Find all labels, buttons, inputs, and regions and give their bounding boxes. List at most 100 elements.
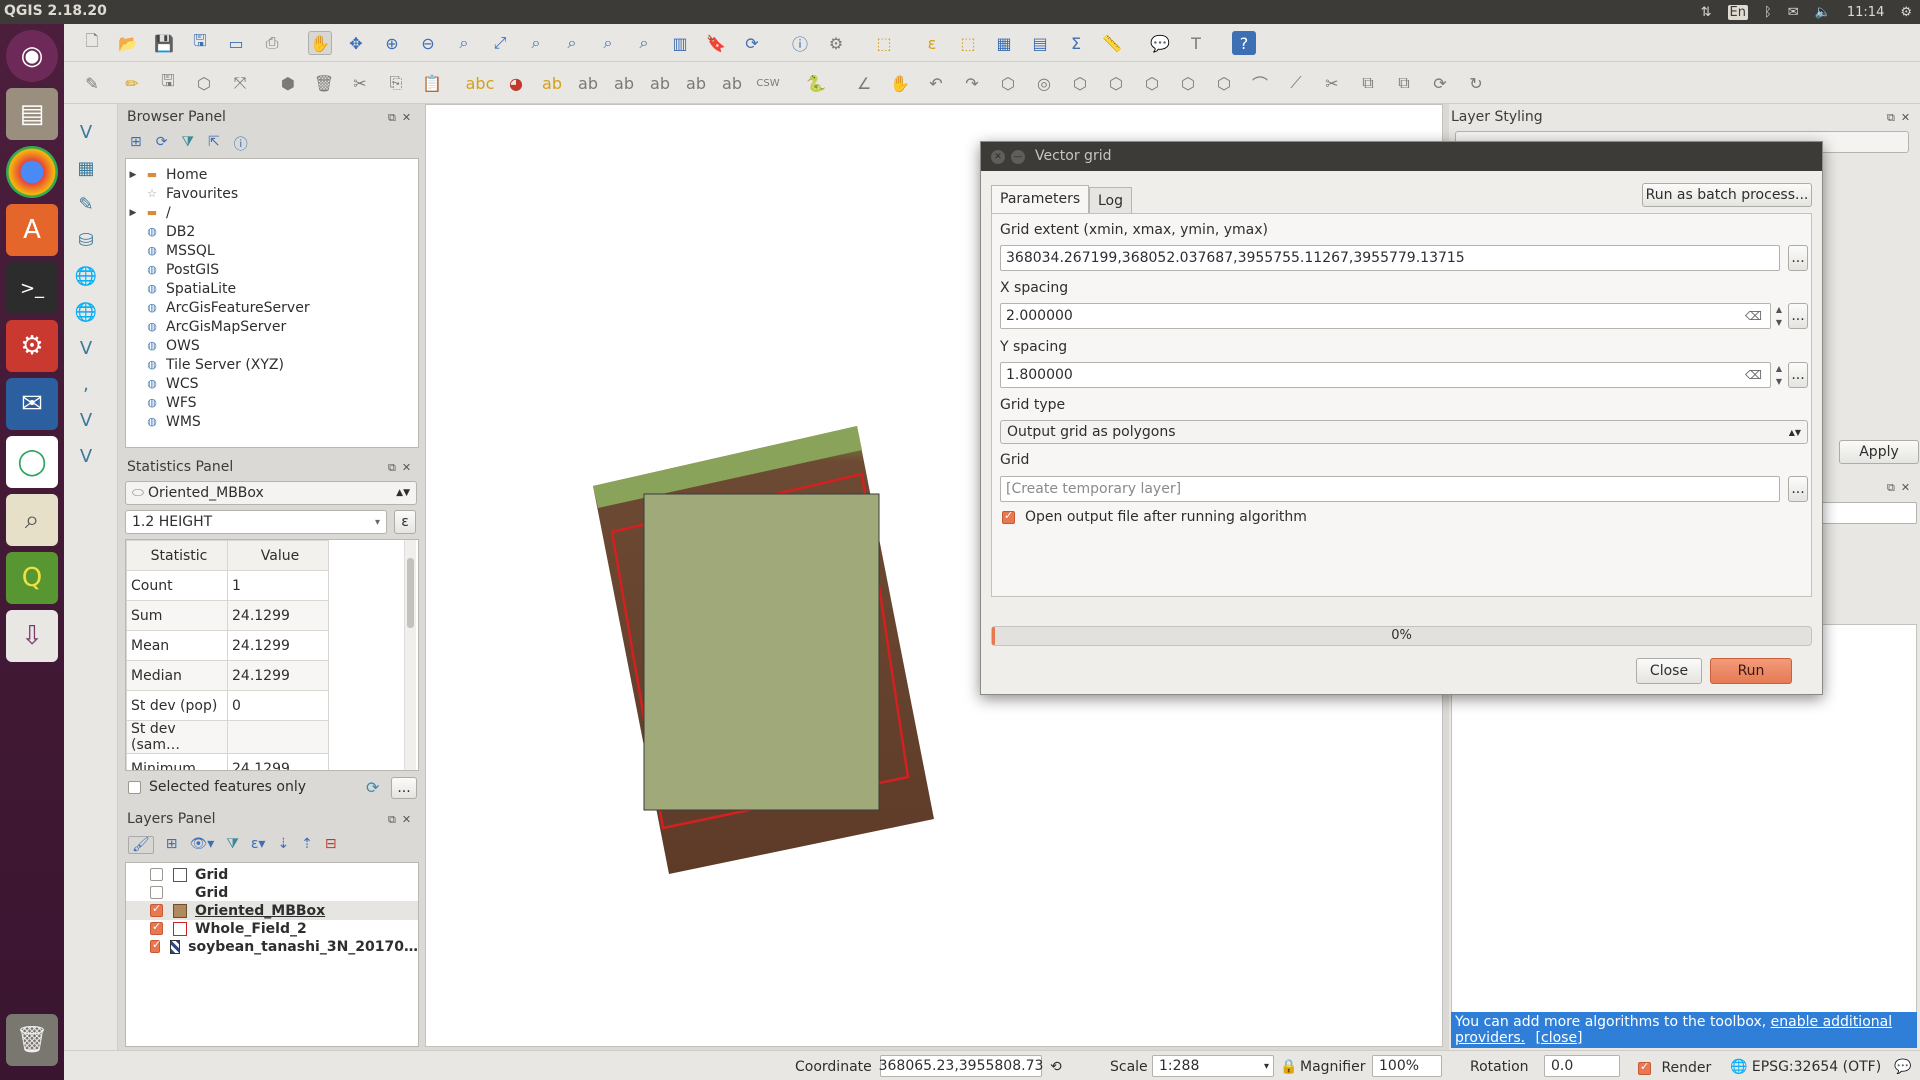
grid-type-select[interactable]: Output grid as polygons ▲▼ — [1000, 420, 1808, 444]
selected-only-row[interactable]: Selected features only — [128, 779, 306, 795]
expand-arrow-icon[interactable]: ▶ — [126, 208, 140, 218]
add-postgis-icon[interactable]: ⛁ — [72, 226, 100, 254]
browser-item[interactable]: ▶ ▬ / — [126, 203, 171, 222]
table-row[interactable]: Count 1 — [126, 570, 329, 601]
browser-item[interactable]: ◍ PostGIS — [126, 260, 219, 279]
statistics-panel-dock-buttons[interactable]: ⧉✕ — [388, 461, 417, 475]
open-output-checkbox[interactable] — [1002, 509, 1015, 524]
merge-features-icon[interactable]: ⧉ — [1356, 71, 1380, 95]
open-project-icon[interactable]: 📂 — [116, 31, 140, 55]
save-project-icon[interactable]: 💾 — [152, 31, 176, 55]
close-icon[interactable]: ✕ — [991, 150, 1005, 164]
attribute-table-icon[interactable]: ▦ — [992, 31, 1016, 55]
network-icon[interactable]: ⇅ — [1701, 5, 1712, 20]
layer-item[interactable]: soybean_tanashi_3N_20170… — [126, 937, 418, 956]
expand-all-icon[interactable]: ⇣ — [277, 836, 289, 854]
label-icon[interactable]: abc — [466, 71, 495, 95]
rotate-label-icon[interactable]: ab — [684, 71, 708, 95]
software-center-icon[interactable]: A — [6, 204, 58, 256]
move-feature-icon[interactable]: ⤧ — [228, 71, 252, 95]
messages-icon[interactable]: 💬 — [1894, 1059, 1911, 1075]
chrome-icon[interactable] — [6, 146, 58, 198]
text-annotation-icon[interactable]: T — [1184, 31, 1208, 55]
add-spatialite-icon[interactable]: ✎ — [72, 190, 100, 218]
qgis-icon[interactable]: Q — [6, 552, 58, 604]
add-selected-icon[interactable]: ⊞ — [130, 134, 142, 154]
table-row[interactable]: St dev (pop) 0 — [126, 690, 329, 721]
terminal-icon[interactable]: >_ — [6, 262, 58, 314]
zoom-full-icon[interactable]: ⤢ — [488, 31, 512, 55]
x-spacing-button[interactable]: ... — [1788, 303, 1808, 329]
change-label-icon[interactable]: ab — [720, 71, 744, 95]
print-composer-icon[interactable]: ▭ — [224, 31, 248, 55]
scrollbar[interactable] — [404, 540, 416, 770]
filter-legend-icon[interactable]: ⧩ — [226, 836, 239, 854]
filter-icon[interactable]: ⧩ — [181, 134, 194, 154]
files-icon[interactable]: ▤ — [6, 88, 58, 140]
map-tips-icon[interactable]: 💬 — [1148, 31, 1172, 55]
browser-item[interactable]: ◍ Tile Server (XYZ) — [126, 355, 284, 374]
cut-features-icon[interactable]: ✂ — [348, 71, 372, 95]
filter-expression-icon[interactable]: ε▾ — [251, 836, 266, 854]
toggle-editing-icon[interactable]: ✏ — [120, 71, 144, 95]
clear-icon[interactable]: ⌫ — [1745, 309, 1762, 323]
python-console-icon[interactable]: 🐍 — [804, 71, 828, 95]
layer-item[interactable]: Oriented_MBBox — [126, 901, 418, 920]
layer-visibility-checkbox[interactable] — [150, 902, 163, 917]
y-spacing-button[interactable]: ... — [1788, 362, 1808, 388]
reshape-icon[interactable]: ⬡ — [1212, 71, 1236, 95]
tab-parameters[interactable]: Parameters — [991, 185, 1090, 213]
mail-icon[interactable]: ✉ — [1788, 5, 1799, 20]
zoom-native-icon[interactable]: ⌕ — [452, 31, 476, 55]
select-features-icon[interactable]: ⬚ — [872, 31, 896, 55]
bookmarks-icon[interactable]: 🔖 — [704, 31, 728, 55]
browser-item[interactable]: ◍ WMS — [126, 412, 201, 431]
browser-item[interactable]: ◍ WCS — [126, 374, 198, 393]
pin-labels-icon[interactable]: ab — [576, 71, 600, 95]
install-icon[interactable]: ⇩ — [6, 610, 58, 662]
browser-item[interactable]: ◍ WFS — [126, 393, 196, 412]
browser-item[interactable]: ◍ DB2 — [126, 222, 195, 241]
browser-panel-dock-buttons[interactable]: ⧉✕ — [388, 111, 417, 125]
offset-curve-icon[interactable]: ⌒ — [1248, 71, 1272, 95]
select-by-value-icon[interactable]: ε — [920, 31, 944, 55]
system-settings-icon[interactable]: ⚙ — [6, 320, 58, 372]
layer-visibility-checkbox[interactable] — [150, 920, 163, 935]
measure-icon[interactable]: 📏 — [1100, 31, 1124, 55]
new-project-icon[interactable]: 🗋 — [80, 31, 104, 55]
simplify-icon[interactable]: ⬡ — [996, 71, 1020, 95]
node-tool-icon[interactable]: ⬢ — [276, 71, 300, 95]
ubuntu-dash-icon[interactable]: ◉ — [6, 30, 58, 82]
close-notice-link[interactable]: [close] — [1536, 1030, 1583, 1046]
identify-icon[interactable]: ⓘ — [788, 31, 812, 55]
scale-field[interactable]: 1:288 ▾ — [1152, 1055, 1274, 1077]
x-spacing-stepper[interactable]: ▲ ▼ — [1773, 303, 1785, 329]
new-map-view-icon[interactable]: ▥ — [668, 31, 692, 55]
info-icon[interactable]: ⓘ — [234, 134, 248, 154]
browser-item[interactable]: ◍ ArcGisMapServer — [126, 317, 286, 336]
refresh-icon[interactable]: ⟳ — [156, 134, 168, 154]
recalculate-icon[interactable]: ⟳ — [366, 778, 379, 797]
run-button[interactable]: Run — [1710, 658, 1792, 684]
paste-features-icon[interactable]: 📋 — [420, 71, 444, 95]
add-raster-layer-icon[interactable]: ▦ — [72, 154, 100, 182]
save-edits-icon[interactable]: 🖫 — [156, 71, 180, 95]
rotation-field[interactable]: 0.0 — [1544, 1055, 1620, 1077]
add-delimited-text-icon[interactable]: , — [72, 370, 100, 398]
expand-arrow-icon[interactable]: ▶ — [126, 170, 140, 180]
add-feature-icon[interactable]: ⬡ — [192, 71, 216, 95]
crs-row[interactable]: 🌐 EPSG:32654 (OTF) — [1730, 1059, 1881, 1075]
layer-visibility-checkbox[interactable] — [150, 938, 161, 953]
map-viewer-icon[interactable]: ⌕ — [6, 494, 58, 546]
clear-icon[interactable]: ⌫ — [1745, 368, 1762, 382]
browser-item[interactable]: ◍ ArcGisFeatureServer — [126, 298, 309, 317]
style-manager-icon[interactable]: 🖌 — [128, 836, 154, 854]
render-checkbox[interactable] — [1638, 1060, 1651, 1075]
remove-layer-icon[interactable]: ⊟ — [325, 836, 337, 854]
visibility-icon[interactable]: 👁▾ — [190, 836, 215, 854]
collapse-all-icon[interactable]: ⇡ — [301, 836, 313, 854]
browser-item[interactable]: ◍ MSSQL — [126, 241, 214, 260]
zoom-in-icon[interactable]: ⊕ — [380, 31, 404, 55]
merge-attributes-icon[interactable]: ⧉ — [1392, 71, 1416, 95]
layer-select[interactable]: ⬭ Oriented_MBBox ▲▼ — [125, 481, 417, 505]
